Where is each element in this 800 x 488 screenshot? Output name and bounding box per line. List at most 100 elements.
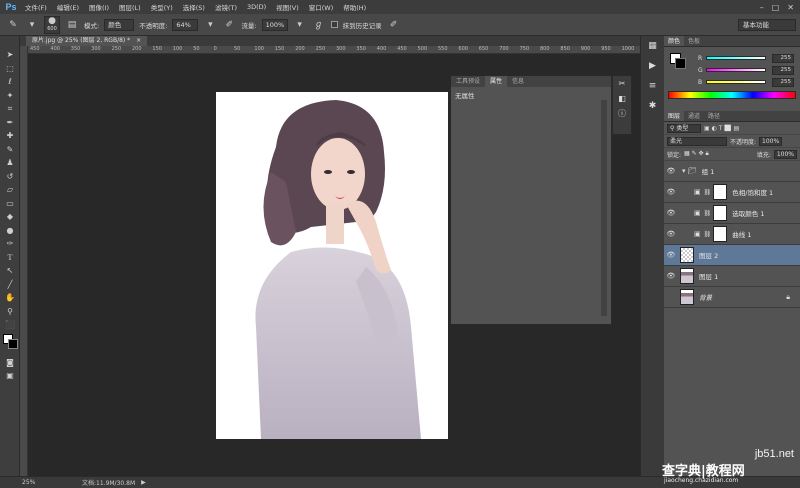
brush-settings-icon[interactable]: ≡ — [641, 76, 664, 96]
tab-swatches[interactable]: 色板 — [684, 36, 704, 46]
tab-paths[interactable]: 路径 — [704, 111, 724, 121]
blur-tool-icon[interactable]: ◆ — [0, 210, 20, 224]
channel-value[interactable]: 255 — [772, 53, 794, 63]
tab-info[interactable]: 信息 — [507, 76, 529, 87]
marquee-tool-icon[interactable]: ⬚ — [0, 62, 20, 76]
healing-brush-tool-icon[interactable]: ✚ — [0, 129, 20, 143]
visibility-eye-icon[interactable]: 👁︎ — [664, 167, 678, 175]
screen-mode-icon[interactable]: ▣ — [0, 369, 20, 383]
type-tool-icon[interactable]: T — [0, 251, 20, 265]
visibility-eye-icon[interactable]: 👁︎ — [664, 188, 678, 196]
tab-tool-presets[interactable]: 工具预设 — [451, 76, 485, 87]
zoom-tool-icon[interactable]: ⚲ — [0, 305, 20, 319]
dodge-tool-icon[interactable]: ● — [0, 224, 20, 238]
airbrush-icon[interactable]: ℊ — [312, 19, 326, 31]
mode-select[interactable]: 颜色 — [104, 18, 135, 31]
color-swatches[interactable] — [0, 332, 20, 356]
lasso-tool-icon[interactable]: ℓ — [0, 75, 20, 89]
default-colors-icon[interactable]: ⬛ — [0, 318, 20, 332]
background-color-swatch[interactable] — [8, 338, 18, 349]
close-tab-icon[interactable]: × — [136, 37, 141, 44]
properties-scrollbar[interactable] — [601, 100, 607, 316]
channel-value[interactable]: 255 — [772, 65, 794, 75]
close-icon[interactable]: ✕ — [787, 3, 794, 12]
maximize-icon[interactable]: □ — [772, 3, 780, 12]
opacity-input[interactable]: 64% — [172, 18, 199, 31]
tab-color[interactable]: 颜色 — [664, 36, 685, 46]
eraser-tool-icon[interactable]: ✎ — [6, 19, 20, 31]
channel-slider[interactable] — [706, 56, 766, 60]
menu-help[interactable]: 帮助(H) — [338, 2, 371, 12]
layer-name[interactable]: 图层 2 — [699, 250, 718, 260]
layer-thumbnail[interactable] — [680, 289, 694, 305]
layer-name[interactable]: 背景 — [699, 292, 712, 302]
layer-name[interactable]: 色相/饱和度 1 — [732, 187, 773, 197]
layer-thumbnail[interactable] — [680, 268, 694, 284]
color-spectrum[interactable] — [668, 91, 796, 99]
layer-mask-thumbnail[interactable] — [713, 205, 728, 221]
history-icon[interactable]: ▦ — [641, 36, 664, 56]
layer-mask-thumbnail[interactable] — [713, 226, 728, 242]
visibility-eye-icon[interactable]: 👁︎ — [664, 230, 678, 238]
layer-row[interactable]: 👁︎ ▾ 📁︎ 组 1 — [664, 161, 800, 182]
menu-3d[interactable]: 3D(D) — [242, 3, 271, 11]
filter-icons[interactable]: ▣ ◐ T ⬜ ▤ — [704, 125, 739, 132]
layer-opacity-input[interactable]: 100% — [759, 136, 783, 146]
menu-file[interactable]: 文件(F) — [20, 2, 52, 12]
layer-row[interactable]: 👁︎ 图层 2 — [664, 245, 800, 266]
layer-row[interactable]: 👁︎ ▣ ⛓ 色相/饱和度 1 — [664, 182, 800, 203]
opacity-dropdown-icon[interactable]: ▾ — [203, 19, 217, 31]
layer-row[interactable]: 背景 🔒︎ — [664, 287, 800, 308]
pen-tool-icon[interactable]: ✑ — [0, 237, 20, 251]
link-icon[interactable]: ⛓ — [704, 231, 712, 238]
document-tab[interactable]: 原片.jpg @ 25% (图层 2, RGB/8) * × — [26, 36, 148, 46]
crop-tool-icon[interactable]: ⌗ — [0, 102, 20, 116]
workspace-select[interactable]: 基本功能 — [738, 18, 796, 31]
tab-layers[interactable]: 图层 — [664, 111, 685, 121]
blend-mode-select[interactable]: 柔光 — [667, 136, 727, 146]
hand-tool-icon[interactable]: ✋ — [0, 291, 20, 305]
layer-row[interactable]: 👁︎ 图层 1 — [664, 266, 800, 287]
menu-filter[interactable]: 滤镜(T) — [210, 2, 242, 12]
link-icon[interactable]: ⛓ — [704, 189, 712, 196]
menu-layer[interactable]: 图层(L) — [114, 2, 146, 12]
menu-window[interactable]: 窗口(W) — [304, 2, 339, 12]
history-brush-tool-icon[interactable]: ↺ — [0, 170, 20, 184]
brush-tool-icon[interactable]: ✎ — [0, 143, 20, 157]
layer-name[interactable]: 组 1 — [702, 166, 715, 176]
quick-select-tool-icon[interactable]: ✦ — [0, 89, 20, 103]
lock-icons[interactable]: ▦ ✎ ✥ 🔒︎ — [684, 150, 709, 158]
doc-info[interactable]: 文档:11.9M/30.8M — [82, 478, 135, 487]
gradient-tool-icon[interactable]: ▭ — [0, 197, 20, 211]
layer-row[interactable]: 👁︎ ▣ ⛓ 曲线 1 — [664, 224, 800, 245]
menu-select[interactable]: 选择(S) — [178, 2, 210, 12]
zoom-level[interactable]: 25% — [22, 479, 52, 486]
line-tool-icon[interactable]: ╱ — [0, 278, 20, 292]
eyedropper-tool-icon[interactable]: ✒ — [0, 116, 20, 130]
bg-swatch[interactable] — [675, 58, 686, 69]
folder-icon[interactable]: ▾ 📁︎ — [682, 167, 697, 175]
tab-channels[interactable]: 通道 — [684, 111, 704, 121]
layer-name[interactable]: 曲线 1 — [732, 229, 751, 239]
quick-mask-icon[interactable]: ◙ — [0, 356, 20, 370]
history-checkbox[interactable] — [330, 21, 338, 28]
link-icon[interactable]: ⛓ — [704, 210, 712, 217]
navigator-icon[interactable]: ✱ — [641, 96, 664, 116]
menu-edit[interactable]: 编辑(E) — [52, 2, 84, 12]
minimize-icon[interactable]: – — [760, 3, 764, 12]
layer-row[interactable]: 👁︎ ▣ ⛓ 选取颜色 1 — [664, 203, 800, 224]
document-image[interactable] — [216, 92, 448, 439]
pressure-opacity-icon[interactable]: ✐ — [222, 19, 236, 31]
flow-input[interactable]: 100% — [261, 18, 288, 31]
move-tool-icon[interactable]: ➤ — [0, 48, 20, 62]
brush-panel-icon[interactable]: ▤ — [65, 19, 79, 31]
fill-input[interactable]: 100% — [773, 149, 797, 159]
dropdown-arrow-icon[interactable]: ▾ — [25, 19, 39, 31]
menu-type[interactable]: 类型(Y) — [146, 2, 178, 12]
visibility-eye-icon[interactable]: 👁︎ — [664, 209, 678, 217]
channel-slider[interactable] — [706, 68, 766, 72]
layer-thumbnail[interactable] — [680, 247, 694, 263]
actions-play-icon[interactable]: ▶ — [641, 56, 664, 76]
tab-properties[interactable]: 属性 — [485, 76, 508, 87]
eraser-tool-icon[interactable]: ▱ — [0, 183, 20, 197]
